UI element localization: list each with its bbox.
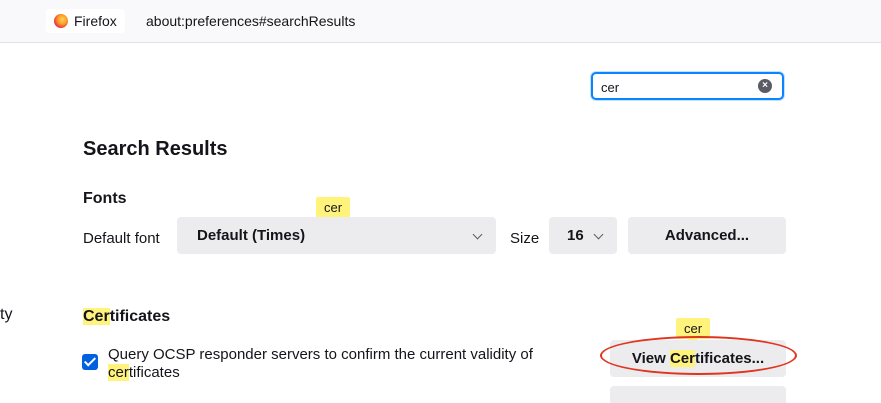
- search-match-tooltip: cer: [316, 197, 351, 223]
- search-highlight: Cer: [83, 308, 110, 325]
- default-font-value: Default (Times): [197, 227, 306, 244]
- default-font-label: Default font: [83, 230, 160, 247]
- url-text[interactable]: about:preferences#searchResults: [146, 13, 355, 29]
- sidebar-item-label[interactable]: ty: [0, 306, 12, 324]
- advanced-fonts-button[interactable]: Advanced...: [628, 217, 786, 254]
- ocsp-label: Query OCSP responder servers to confirm …: [108, 346, 533, 381]
- preferences-search-box[interactable]: ×: [591, 72, 784, 100]
- certificates-heading: Certificates: [83, 308, 171, 325]
- identity-box[interactable]: Firefox: [46, 9, 125, 33]
- font-size-value: 16: [567, 227, 584, 244]
- url-bar[interactable]: Firefox about:preferences#searchResults: [0, 0, 881, 43]
- default-font-select[interactable]: Default (Times): [177, 217, 496, 254]
- firefox-logo-icon: [54, 14, 68, 28]
- font-size-select[interactable]: 16: [549, 217, 617, 254]
- fonts-heading: Fonts: [83, 190, 127, 207]
- security-devices-button[interactable]: [610, 386, 786, 403]
- size-label: Size: [510, 230, 540, 247]
- chevron-down-icon: [593, 229, 604, 240]
- search-highlight: cer: [108, 364, 129, 381]
- ocsp-checkbox[interactable]: [82, 354, 98, 370]
- clear-icon[interactable]: ×: [758, 79, 772, 93]
- identity-label: Firefox: [74, 13, 117, 29]
- chevron-down-icon: [472, 229, 483, 240]
- page-title: Search Results: [83, 138, 228, 160]
- annotation-circle: [600, 336, 797, 375]
- search-input[interactable]: [601, 78, 751, 96]
